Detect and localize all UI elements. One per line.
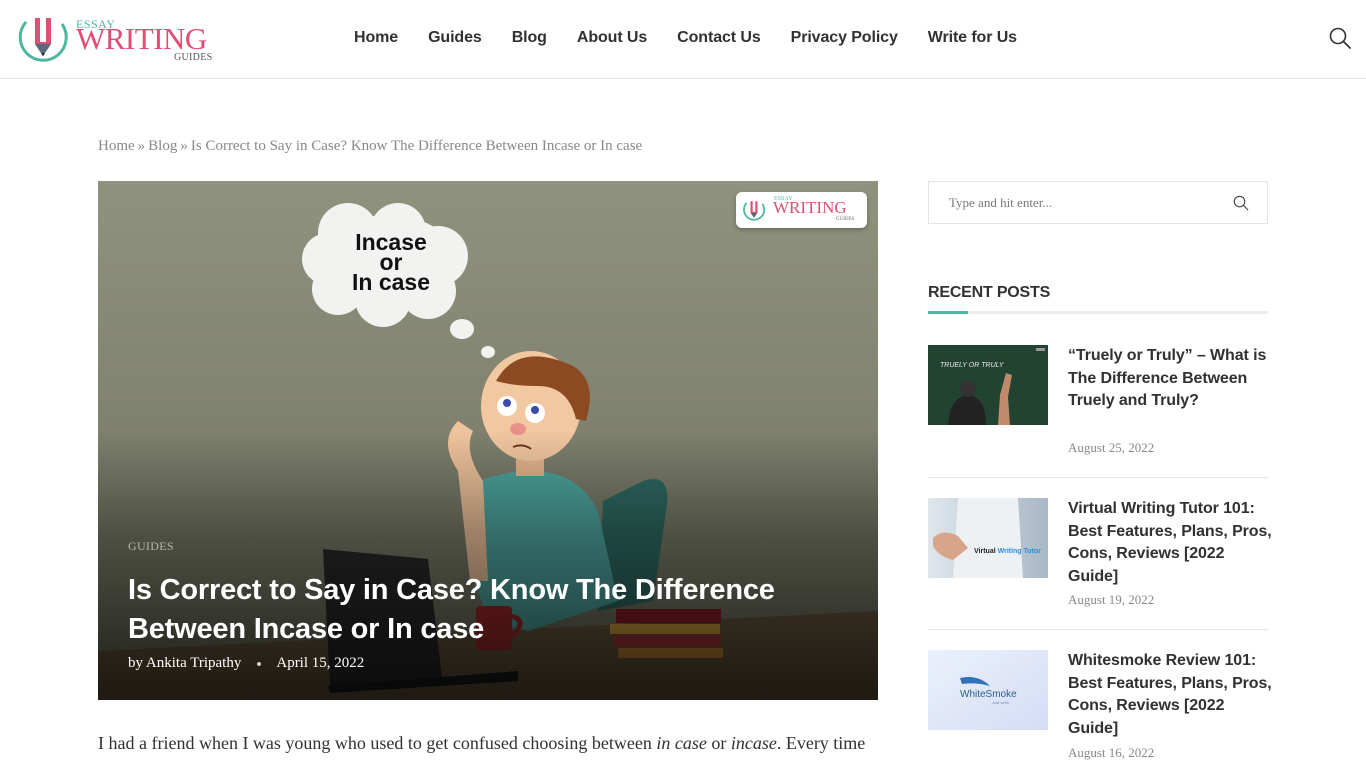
- recent-post-title[interactable]: “Truely or Truly” – What is The Differen…: [1068, 345, 1273, 413]
- post-date: April 15, 2022: [276, 655, 365, 671]
- recent-post-date: August 16, 2022: [1068, 745, 1155, 760]
- logo-text-guides: GUIDES: [174, 52, 213, 63]
- nav-contact-us[interactable]: Contact Us: [677, 29, 761, 47]
- sidebar-search-input[interactable]: [949, 193, 1219, 213]
- recent-post-title[interactable]: Virtual Writing Tutor 101: Best Features…: [1068, 498, 1273, 588]
- post-divider: [928, 629, 1268, 630]
- logo-text-writing: WRITING: [76, 21, 207, 56]
- sidebar-search: [928, 181, 1268, 224]
- thumb-text: Virtual Writing Tutor: [974, 548, 1041, 555]
- breadcrumb-current: Is Correct to Say in Case? Know The Diff…: [190, 138, 643, 154]
- breadcrumb-home[interactable]: Home: [98, 138, 135, 154]
- nav-blog[interactable]: Blog: [512, 29, 547, 47]
- thumb-text: TRUELY OR TRULY: [940, 362, 1005, 369]
- whitesmoke-image: WhiteSmoke Just write.: [928, 650, 1048, 730]
- article-paragraph: I had a friend when I was young who used…: [98, 729, 888, 758]
- nav-home[interactable]: Home: [354, 29, 398, 47]
- breadcrumb-separator: »: [180, 138, 188, 154]
- search-icon[interactable]: [1232, 194, 1250, 212]
- nav-privacy-policy[interactable]: Privacy Policy: [791, 29, 898, 47]
- post-title: Is Correct to Say in Case? Know The Diff…: [128, 574, 775, 645]
- breadcrumb: Home» Blog» Is Correct to Say in Case? Kno…: [98, 138, 642, 155]
- svg-text:Just write.: Just write.: [992, 700, 1010, 705]
- featured-image: Incase or In case ESSAY WRITING GUIDES G…: [98, 181, 878, 700]
- text-run: or: [706, 733, 731, 753]
- emphasis-term: in case: [656, 733, 707, 753]
- text-run: . Every time: [776, 733, 866, 753]
- nav-guides[interactable]: Guides: [428, 29, 482, 47]
- post-author-link[interactable]: by Ankita Tripathy: [128, 655, 241, 672]
- recent-post-thumbnail[interactable]: Virtual Writing Tutor: [928, 498, 1048, 578]
- post-category-link[interactable]: GUIDES: [128, 539, 174, 554]
- heading-underline: [928, 311, 1268, 314]
- breadcrumb-separator: »: [137, 138, 146, 154]
- pencil-logo-icon: [18, 18, 68, 62]
- recent-post-thumbnail[interactable]: TRUELY OR TRULY: [928, 345, 1048, 425]
- virtual-writing-tutor-image: Virtual Writing Tutor: [928, 498, 1048, 578]
- recent-post-title[interactable]: Whitesmoke Review 101: Best Features, Pl…: [1068, 650, 1273, 740]
- post-meta: by Ankita Tripathy April 15, 2022: [128, 655, 364, 672]
- nav-about-us[interactable]: About Us: [577, 29, 647, 47]
- nav-write-for-us[interactable]: Write for Us: [928, 29, 1017, 47]
- recent-post-thumbnail[interactable]: WhiteSmoke Just write.: [928, 650, 1048, 730]
- search-icon[interactable]: [1328, 26, 1352, 50]
- text-run: I had a friend when I was young who used…: [98, 733, 657, 753]
- recent-post-date: August 19, 2022: [1068, 592, 1155, 607]
- main-nav: Home Guides Blog About Us Contact Us Pri…: [354, 29, 1047, 47]
- recent-posts-heading: RECENT POSTS: [928, 284, 1051, 301]
- chalkboard-image: TRUELY OR TRULY: [928, 345, 1048, 425]
- thumb-text: WhiteSmoke: [960, 689, 1017, 700]
- heading-accent: [928, 311, 968, 314]
- recent-post-date: August 25, 2022: [1068, 440, 1155, 455]
- site-header: ESSAY WRITING GUIDES Home Guides Blog Ab…: [0, 0, 1366, 79]
- meta-separator-dot: [257, 661, 262, 666]
- post-divider: [928, 477, 1268, 478]
- site-logo[interactable]: ESSAY WRITING GUIDES: [18, 12, 228, 66]
- breadcrumb-blog[interactable]: Blog: [148, 138, 177, 154]
- emphasis-term: incase: [730, 733, 777, 753]
